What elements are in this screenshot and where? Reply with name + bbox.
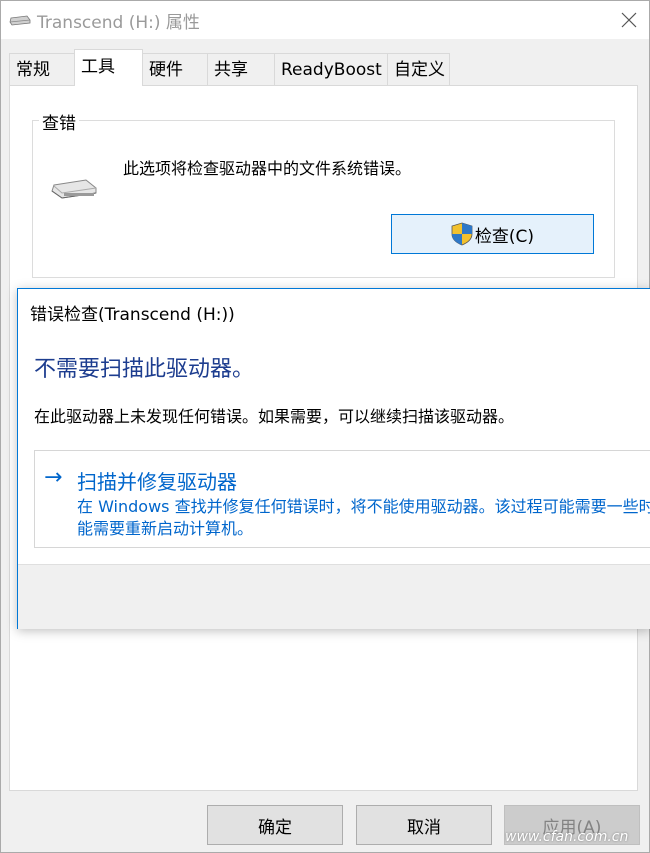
ok-button[interactable]: 确定 (207, 805, 343, 845)
hard-drive-icon (51, 179, 97, 199)
cancel-button[interactable]: 取消 (356, 805, 492, 845)
title-bar: Transcend (H:) 属性 (1, 1, 649, 39)
check-button-label: 检查(C) (474, 226, 535, 247)
action-description-line1: 在 Windows 查找并修复任何错误时，将不能使用驱动器。该过程可能需要一些时… (77, 497, 650, 516)
close-button[interactable] (609, 1, 649, 39)
tab-sharing[interactable]: 共享 (207, 53, 275, 85)
action-title: 扫描并修复驱动器 (77, 470, 237, 494)
group-title: 查错 (39, 109, 79, 134)
action-description-line2: 能需要重新启动计算机。 (77, 519, 254, 538)
dialog-message: 在此驱动器上未发现任何错误。如果需要，可以继续扫描该驱动器。 (34, 407, 515, 426)
check-button[interactable]: 检查(C) (391, 214, 594, 254)
error-check-group: 查错 此选项将检查驱动器中的文件系统错误。 检查(C) (32, 109, 615, 278)
dialog-title: 错误检查(Transcend (H:)) (30, 305, 235, 325)
tab-customize[interactable]: 自定义 (387, 53, 450, 85)
window-title: Transcend (H:) 属性 (37, 13, 200, 33)
dialog-footer (18, 564, 650, 629)
dialog-heading: 不需要扫描此驱动器。 (34, 357, 255, 382)
error-check-dialog: 错误检查(Transcend (H:)) 不需要扫描此驱动器。 在此驱动器上未发… (17, 288, 650, 629)
arrow-right-icon: → (44, 465, 63, 490)
shield-icon (451, 222, 473, 246)
drive-icon (9, 15, 31, 26)
scan-repair-action[interactable]: → 扫描并修复驱动器 在 Windows 查找并修复任何错误时，将不能使用驱动器… (34, 450, 650, 548)
action-description: 在 Windows 查找并修复任何错误时，将不能使用驱动器。该过程可能需要一些时… (77, 496, 650, 540)
tab-tools[interactable]: 工具 (74, 49, 143, 86)
tab-bar: 常规 工具 硬件 共享 ReadyBoost 自定义 (1, 49, 649, 86)
tab-hardware[interactable]: 硬件 (142, 53, 208, 85)
tab-readyboost[interactable]: ReadyBoost (274, 53, 388, 85)
properties-window: Transcend (H:) 属性 常规 工具 硬件 共享 ReadyBoost… (0, 0, 650, 853)
group-description: 此选项将检查驱动器中的文件系统错误。 (123, 159, 412, 178)
close-icon (621, 12, 637, 28)
tab-general[interactable]: 常规 (9, 53, 75, 85)
watermark: www.cfan.com.cn (505, 829, 629, 845)
